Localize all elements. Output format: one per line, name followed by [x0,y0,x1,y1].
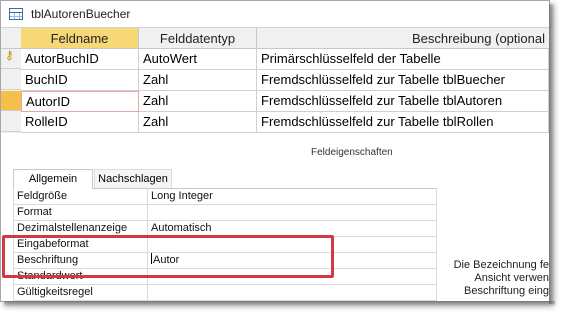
column-header-description[interactable]: Beschreibung (optional [257,28,549,49]
property-help-text: Die Bezeichnung fe Ansicht verwen Beschr… [447,259,549,301]
help-line: Die Bezeichnung fe [453,259,549,271]
field-name-cell[interactable]: AutorBuchID [21,49,139,70]
field-name-cell[interactable]: BuchID [21,70,139,91]
field-description-cell[interactable]: Fremdschlüsselfeld zur Tabelle tblAutore… [257,91,549,112]
table-icon [9,8,23,20]
window-shadow-right [549,4,555,304]
row-selector-column: ⚷ [1,28,21,133]
window-title: tblAutorenBuecher [31,7,131,21]
field-description-cell[interactable]: Primärschlüsselfeld der Tabelle [257,49,549,70]
row-selector-current[interactable] [1,91,21,111]
field-type-cell[interactable]: AutoWert [139,49,257,70]
property-row: Feldgröße Long Integer [13,189,437,205]
window-shadow-bottom [4,301,555,307]
table-design-window: tblAutorenBuecher ⚷ Feldname Felddatenty… [0,0,550,302]
property-name: Format [13,205,148,221]
field-type-cell[interactable]: Zahl [139,91,257,112]
field-type-cell[interactable]: Zahl [139,70,257,91]
field-name-cell[interactable]: RolleID [21,112,139,133]
property-row: Format [13,205,437,221]
tab-general[interactable]: Allgemein [13,169,93,189]
row-selector[interactable] [1,112,21,132]
field-description-cell[interactable]: Fremdschlüsselfeld zur Tabelle tblBueche… [257,70,549,91]
property-name: Feldgröße [13,189,148,205]
field-type-cell[interactable]: Zahl [139,112,257,133]
field-name-cell-current[interactable]: AutorID [21,91,139,112]
primary-key-icon: ⚷ [5,48,14,62]
tab-lookup[interactable]: Nachschlagen [94,169,172,189]
field-description-cell[interactable]: Fremdschlüsselfeld zur Tabelle tblRollen [257,112,549,133]
field-properties-label: Feldeigenschaften [311,147,393,158]
select-all-cell[interactable] [1,28,21,49]
column-header-fieldname[interactable]: Feldname [21,28,139,49]
property-row: Gültigkeitsregel [13,285,437,301]
row-selector[interactable] [1,70,21,90]
row-selector[interactable]: ⚷ [1,49,21,69]
help-line: Beschriftung eing [464,285,549,297]
property-value[interactable] [148,205,437,221]
column-header-datatype[interactable]: Felddatentyp [139,28,257,49]
highlight-annotation-box [2,235,334,278]
field-grid: ⚷ Feldname Felddatentyp Beschreibung (op… [1,28,549,133]
title-bar: tblAutorenBuecher [1,1,549,28]
property-value[interactable]: Long Integer [148,189,437,205]
property-value[interactable] [148,285,437,301]
help-line: Ansicht verwen [474,272,549,284]
property-name: Gültigkeitsregel [13,285,148,301]
